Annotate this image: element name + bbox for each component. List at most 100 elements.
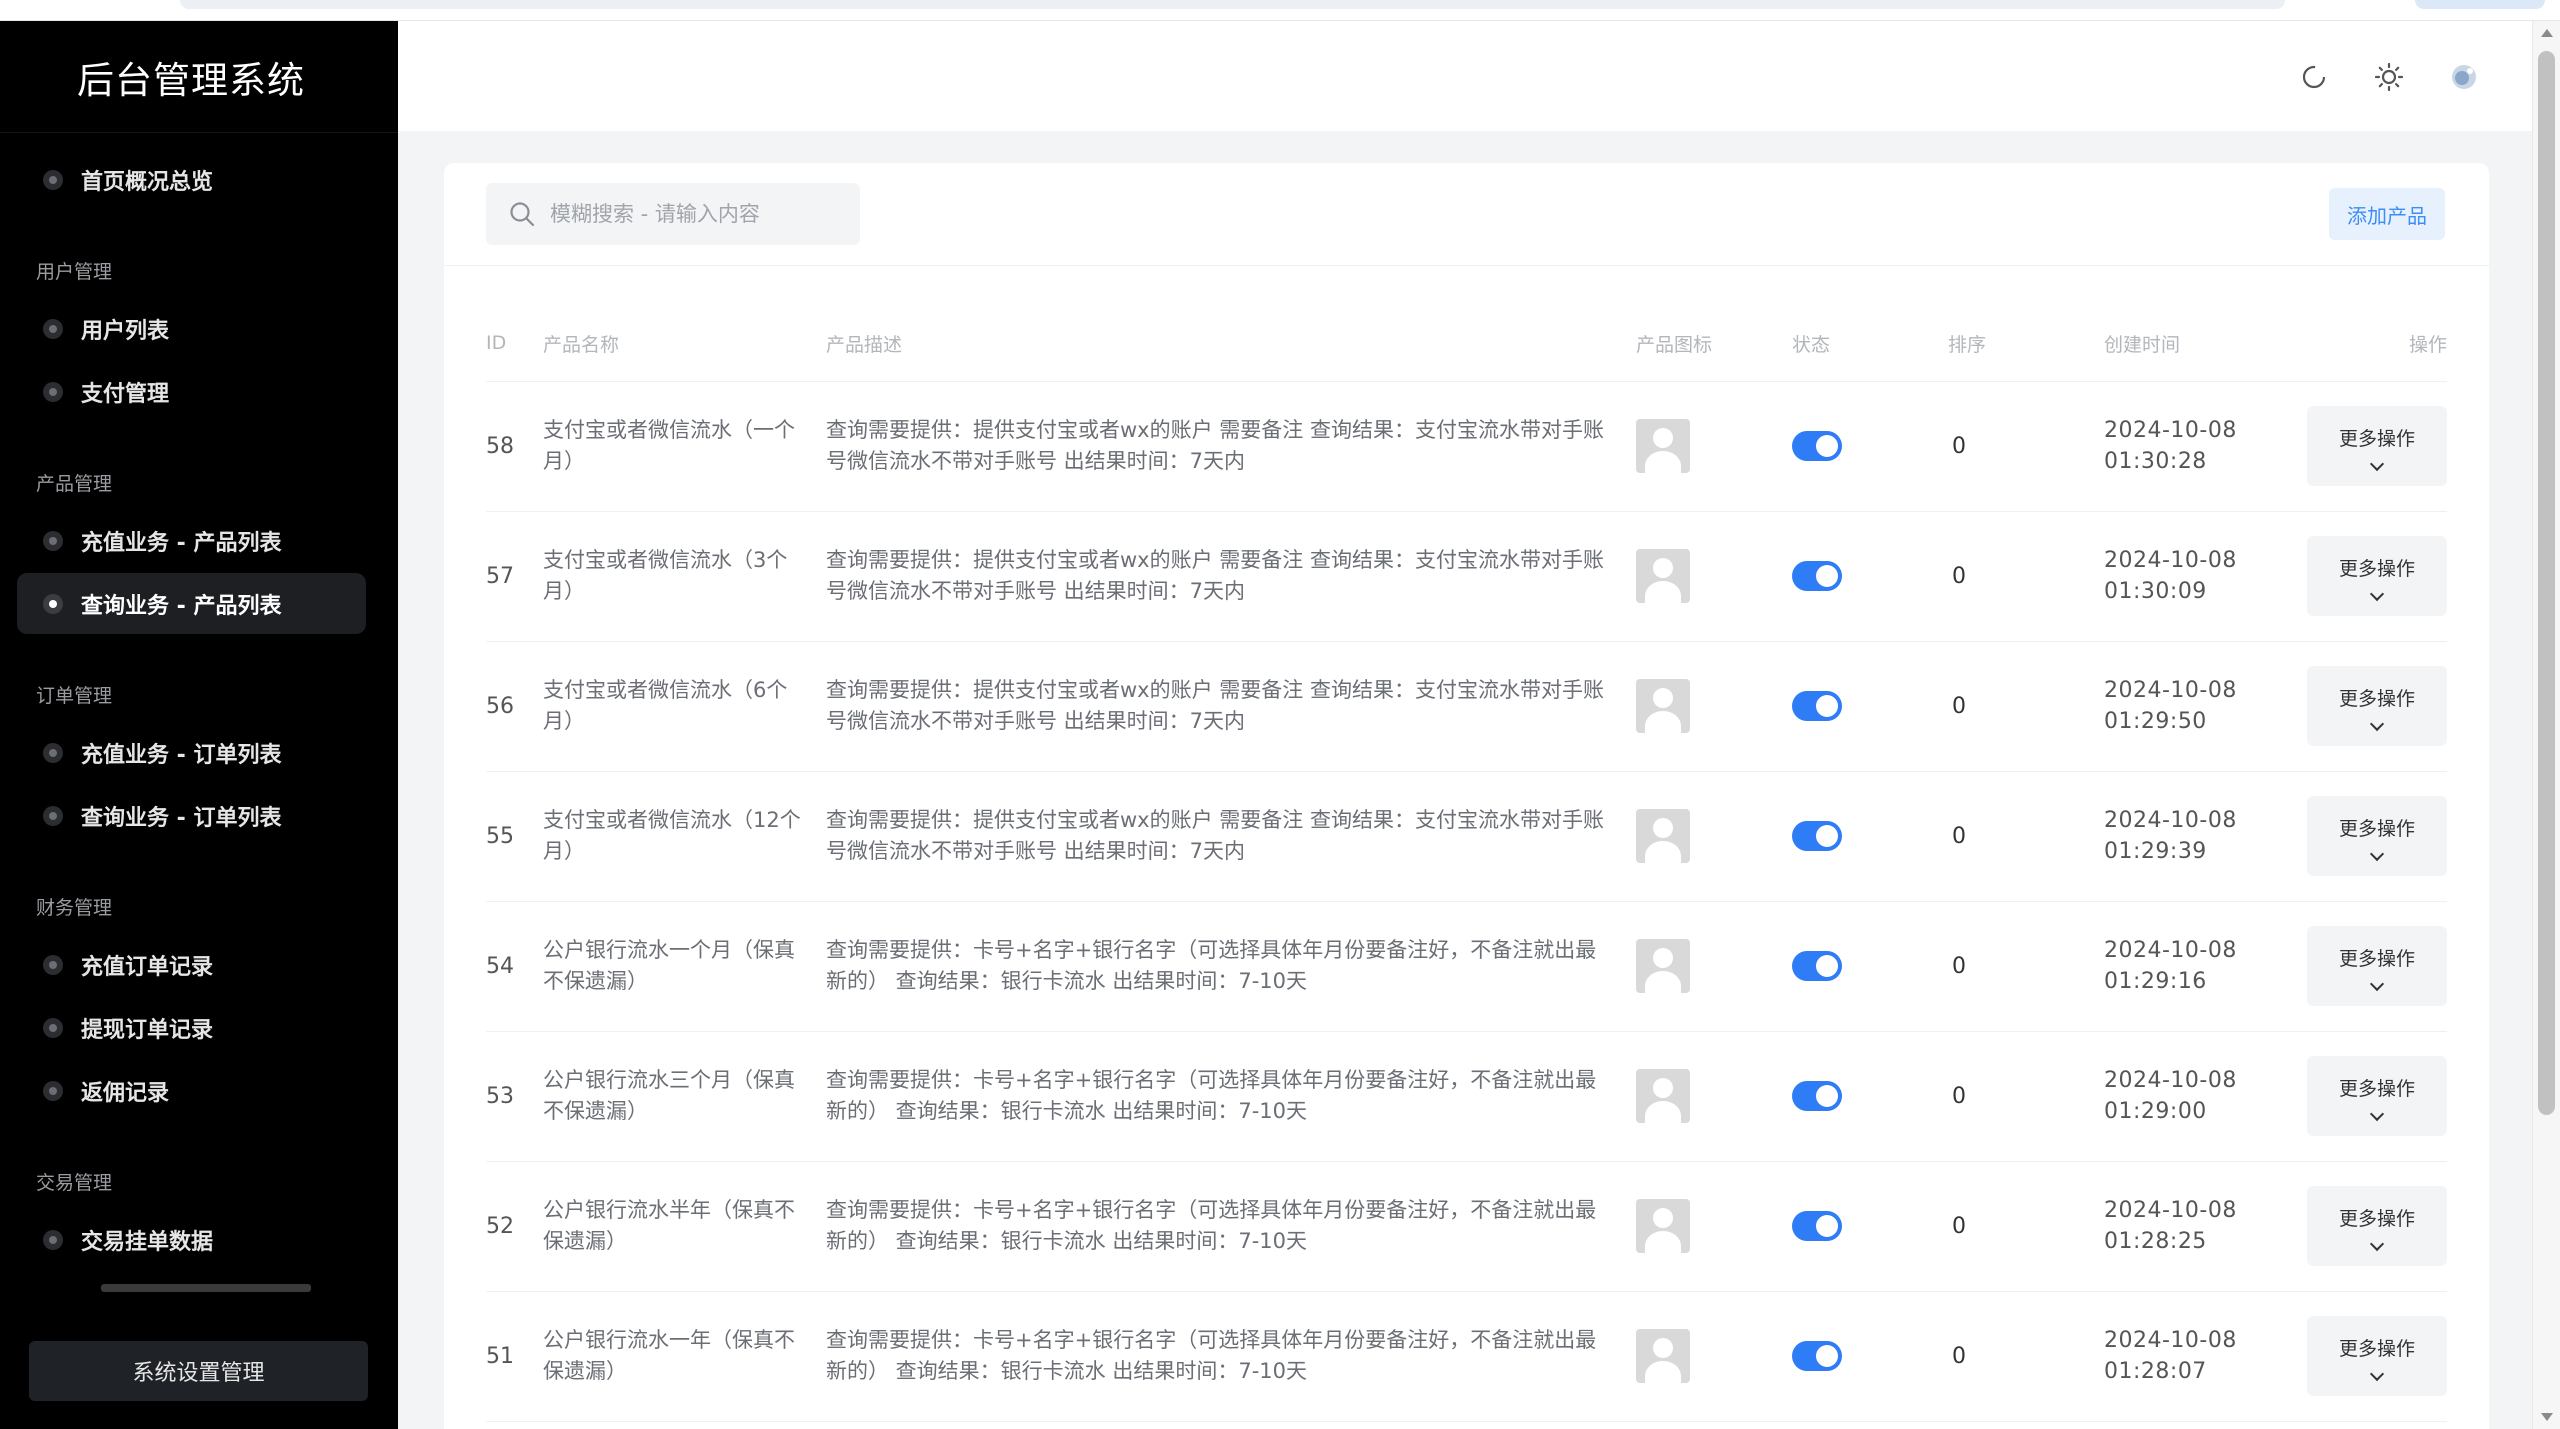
more-actions-label: 更多操作 bbox=[2338, 427, 2415, 450]
sidebar-item-label: 提现订单记录 bbox=[81, 1017, 214, 1043]
search-icon bbox=[510, 202, 535, 227]
address-bar[interactable] bbox=[180, 0, 2285, 9]
scroll-up-icon[interactable] bbox=[2541, 29, 2553, 37]
sun-icon[interactable] bbox=[2371, 59, 2407, 95]
sidebar-item-label: 充值业务 - 订单列表 bbox=[81, 742, 282, 768]
sidebar-item-recharge-records[interactable]: 充值订单记录 bbox=[17, 934, 366, 995]
cell-actions: 更多操作 bbox=[2304, 1291, 2447, 1422]
sidebar-item-user-list[interactable]: 用户列表 bbox=[17, 298, 366, 359]
product-table: ID 产品名称 产品描述 产品图标 状态 排序 创建时间 操作 58 支付宝或者微… bbox=[486, 306, 2447, 1422]
cell-desc: 查询需要提供：提供支付宝或者wx的账户 需要备注 查询结果：支付宝流水带对手账号… bbox=[826, 511, 1636, 642]
cell-name: 支付宝或者微信流水（一个月） bbox=[543, 381, 826, 512]
sidebar-item-label: 首页概况总览 bbox=[81, 169, 214, 195]
more-actions-button[interactable]: 更多操作 bbox=[2307, 1056, 2447, 1136]
refresh-icon[interactable] bbox=[2296, 59, 2332, 95]
cell-desc: 查询需要提供：提供支付宝或者wx的账户 需要备注 查询结果：支付宝流水带对手账号… bbox=[826, 381, 1636, 512]
more-actions-button[interactable]: 更多操作 bbox=[2307, 1316, 2447, 1396]
created-date: 2024-10-08 bbox=[2104, 678, 2237, 703]
status-toggle[interactable] bbox=[1792, 1211, 1842, 1241]
cell-name: 支付宝或者微信流水（6个月） bbox=[543, 641, 826, 772]
browser-action-button[interactable] bbox=[2415, 0, 2545, 9]
cell-created: 2024-10-08 01:28:25 bbox=[2104, 1161, 2304, 1292]
avatar-icon[interactable] bbox=[2446, 59, 2482, 95]
cell-sort: 0 bbox=[1948, 771, 2104, 902]
status-toggle[interactable] bbox=[1792, 1341, 1842, 1371]
search-input[interactable] bbox=[550, 202, 850, 226]
product-image-placeholder-icon[interactable] bbox=[1636, 939, 1690, 993]
cell-sort: 0 bbox=[1948, 1291, 2104, 1422]
sidebar-item-trade-orders[interactable]: 交易挂单数据 bbox=[17, 1209, 366, 1270]
cell-id: 55 bbox=[486, 771, 543, 902]
status-toggle[interactable] bbox=[1792, 431, 1842, 461]
status-toggle[interactable] bbox=[1792, 691, 1842, 721]
product-image-placeholder-icon[interactable] bbox=[1636, 809, 1690, 863]
sidebar-item-withdraw-records[interactable]: 提现订单记录 bbox=[17, 997, 366, 1058]
table-row: 52 公户银行流水半年（保真不保遗漏） 查询需要提供：卡号+名字+银行名字（可选择具… bbox=[486, 1161, 2447, 1292]
search-box[interactable] bbox=[486, 183, 860, 245]
product-image-placeholder-icon[interactable] bbox=[1636, 679, 1690, 733]
column-header-sort: 排序 bbox=[1948, 306, 2104, 382]
sidebar-item-query-products[interactable]: 查询业务 - 产品列表 bbox=[17, 573, 366, 634]
system-settings-button[interactable]: 系统设置管理 bbox=[29, 1341, 368, 1401]
cell-created: 2024-10-08 01:29:50 bbox=[2104, 641, 2304, 772]
sidebar: 后台管理系统 首页概况总览 用户管理 用户列表 支付管理 产品管理 充值业务 -… bbox=[0, 21, 398, 1429]
page-scrollbar[interactable] bbox=[2532, 21, 2560, 1429]
status-toggle[interactable] bbox=[1792, 821, 1842, 851]
scroll-down-icon[interactable] bbox=[2541, 1413, 2553, 1421]
column-header-created: 创建时间 bbox=[2104, 306, 2304, 382]
sidebar-group-title: 用户管理 bbox=[36, 261, 113, 283]
sidebar-item-recharge-orders[interactable]: 充值业务 - 订单列表 bbox=[17, 722, 366, 783]
product-image-placeholder-icon[interactable] bbox=[1636, 1199, 1690, 1253]
cell-actions: 更多操作 bbox=[2304, 381, 2447, 512]
table-row: 53 公户银行流水三个月（保真不保遗漏） 查询需要提供：卡号+名字+银行名字（可选择… bbox=[486, 1031, 2447, 1162]
more-actions-button[interactable]: 更多操作 bbox=[2307, 536, 2447, 616]
more-actions-label: 更多操作 bbox=[2338, 1207, 2415, 1230]
column-header-id: ID bbox=[486, 306, 543, 382]
cell-id: 57 bbox=[486, 511, 543, 642]
status-toggle[interactable] bbox=[1792, 561, 1842, 591]
more-actions-button[interactable]: 更多操作 bbox=[2307, 796, 2447, 876]
sidebar-item-label: 用户列表 bbox=[81, 318, 170, 344]
more-actions-button[interactable]: 更多操作 bbox=[2307, 666, 2447, 746]
sidebar-item-home[interactable]: 首页概况总览 bbox=[17, 149, 366, 210]
toolbar: 添加产品 bbox=[444, 163, 2489, 266]
product-image-placeholder-icon[interactable] bbox=[1636, 1329, 1690, 1383]
status-toggle[interactable] bbox=[1792, 951, 1842, 981]
product-image-placeholder-icon[interactable] bbox=[1636, 1069, 1690, 1123]
menu-dot-icon bbox=[43, 318, 63, 339]
menu-dot-icon bbox=[43, 1229, 63, 1250]
sidebar-item-query-orders[interactable]: 查询业务 - 订单列表 bbox=[17, 785, 366, 846]
product-image-placeholder-icon[interactable] bbox=[1636, 419, 1690, 473]
product-image-placeholder-icon[interactable] bbox=[1636, 549, 1690, 603]
sidebar-item-clipped bbox=[17, 1272, 366, 1292]
cell-icon bbox=[1636, 511, 1792, 642]
cell-id: 52 bbox=[486, 1161, 543, 1292]
cell-status bbox=[1792, 1031, 1948, 1162]
sidebar-item-recharge-products[interactable]: 充值业务 - 产品列表 bbox=[17, 510, 366, 571]
table-row: 51 公户银行流水一年（保真不保遗漏） 查询需要提供：卡号+名字+银行名字（可选择具… bbox=[486, 1291, 2447, 1422]
column-header-desc: 产品描述 bbox=[826, 306, 1636, 382]
chevron-down-icon bbox=[2369, 716, 2385, 731]
sidebar-item-payment[interactable]: 支付管理 bbox=[17, 361, 366, 422]
table-row: 57 支付宝或者微信流水（3个月） 查询需要提供：提供支付宝或者wx的账户 需要备注… bbox=[486, 511, 2447, 642]
cell-desc: 查询需要提供：卡号+名字+银行名字（可选择具体年月份要备注好，不备注就出最新的）… bbox=[826, 1031, 1636, 1162]
cell-created: 2024-10-08 01:29:39 bbox=[2104, 771, 2304, 902]
add-product-button[interactable]: 添加产品 bbox=[2329, 188, 2445, 240]
sidebar-item-label: 充值订单记录 bbox=[81, 954, 214, 980]
status-toggle[interactable] bbox=[1792, 1081, 1842, 1111]
cell-desc: 查询需要提供：提供支付宝或者wx的账户 需要备注 查询结果：支付宝流水带对手账号… bbox=[826, 771, 1636, 902]
table-row: 56 支付宝或者微信流水（6个月） 查询需要提供：提供支付宝或者wx的账户 需要备注… bbox=[486, 641, 2447, 772]
menu-dot-icon bbox=[43, 1017, 63, 1038]
cell-sort: 0 bbox=[1948, 1031, 2104, 1162]
more-actions-button[interactable]: 更多操作 bbox=[2307, 406, 2447, 486]
more-actions-button[interactable]: 更多操作 bbox=[2307, 1186, 2447, 1266]
scrollbar-thumb[interactable] bbox=[2538, 51, 2555, 1115]
created-time: 01:29:50 bbox=[2104, 709, 2207, 734]
cell-id: 56 bbox=[486, 641, 543, 772]
sidebar-item-commission-records[interactable]: 返佣记录 bbox=[17, 1060, 366, 1121]
sidebar-item-label: 返佣记录 bbox=[81, 1080, 170, 1106]
sidebar-item-label: 支付管理 bbox=[81, 381, 170, 407]
top-header bbox=[398, 21, 2532, 131]
more-actions-button[interactable]: 更多操作 bbox=[2307, 926, 2447, 1006]
more-actions-label: 更多操作 bbox=[2338, 947, 2415, 970]
